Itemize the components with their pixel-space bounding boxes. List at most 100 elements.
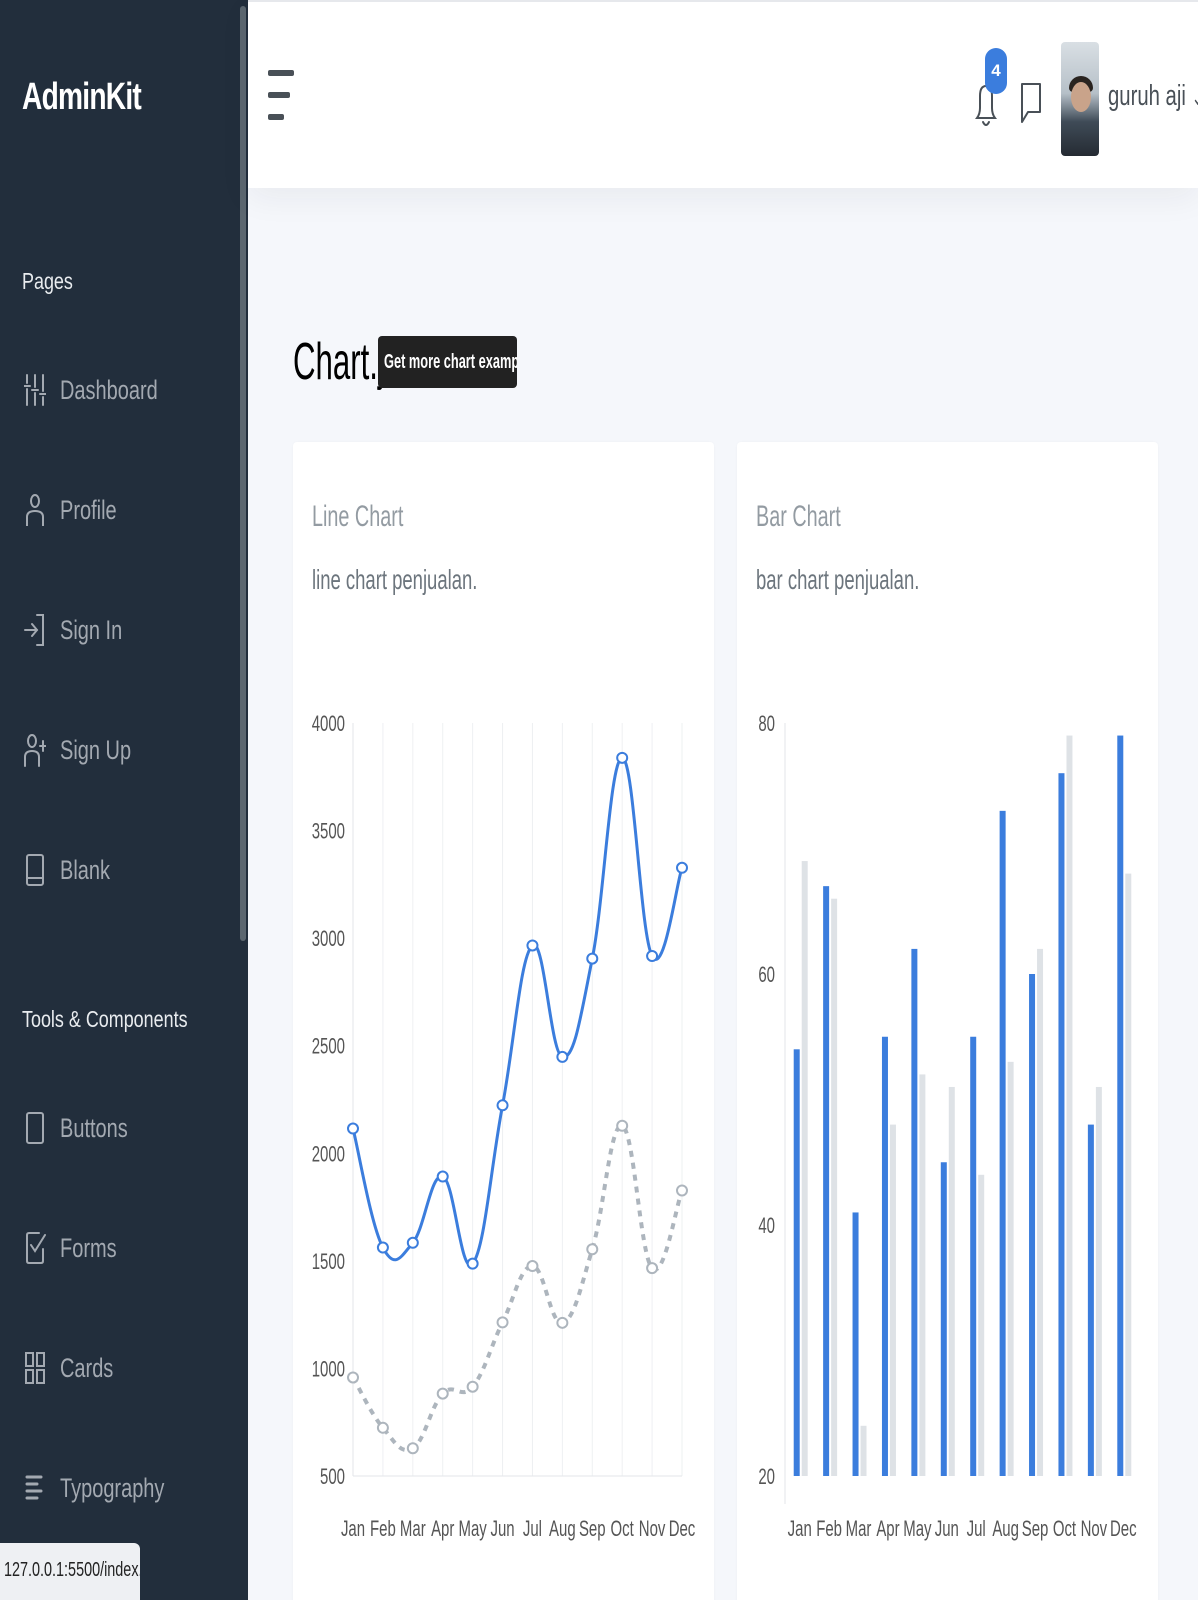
bar-chart-bar [831, 898, 838, 1476]
bar-chart-bar [1007, 1061, 1014, 1476]
line-chart-x-tick: Jul [523, 1516, 542, 1541]
line-chart-y-tick: 2500 [312, 1034, 345, 1059]
line-chart-point [376, 1241, 389, 1254]
sliders-icon [24, 374, 46, 406]
sidebar-item-dashboard[interactable]: Dashboard [24, 366, 192, 414]
bar-chart-bar [948, 1086, 955, 1476]
bar-chart-x-tick: Oct [1053, 1516, 1077, 1541]
bar-chart-bar [860, 1425, 867, 1476]
brand-logo[interactable]: AdminKit [22, 76, 142, 119]
sidebar-header-pages: Pages [22, 268, 73, 294]
line-chart-y-tick: 500 [320, 1464, 345, 1489]
sidebar-item-profile[interactable]: Profile [24, 486, 137, 534]
sidebar-item-label: Sign Up [60, 734, 132, 765]
bar-chart-bar [1125, 873, 1132, 1476]
line-chart-point [646, 949, 659, 962]
line-chart-point [526, 939, 539, 952]
line-chart-y-tick: 3000 [312, 926, 345, 951]
bar-chart-y-tick: 60 [758, 962, 775, 987]
bar-chart-bar [793, 1049, 800, 1476]
bar-chart-x-tick: Jul [967, 1516, 986, 1541]
bar-chart-x-tick: Feb [816, 1516, 842, 1541]
line-chart-x-tick: May [459, 1516, 488, 1541]
line-chart-point [406, 1442, 419, 1455]
line-chart-x-tick: Jun [490, 1516, 514, 1541]
line-chart-point [376, 1421, 389, 1434]
bar-chart-x-tick: Aug [992, 1516, 1019, 1541]
line-chart-point [347, 1371, 359, 1384]
line-chart-point [466, 1380, 479, 1393]
line-chart-point [616, 751, 629, 764]
bar-chart-y-tick: 40 [758, 1213, 775, 1238]
line-chart-y-tick: 4000 [312, 711, 345, 736]
bar-chart-x-tick: Sep [1022, 1516, 1049, 1541]
sidebar-item-sign-in[interactable]: Sign In [24, 606, 144, 654]
user-icon [26, 494, 44, 526]
line-chart-series-line [351, 756, 684, 1267]
bar-chart-x-tick: Nov [1081, 1516, 1108, 1541]
sidebar-item-cards[interactable]: Cards [24, 1344, 132, 1392]
sidebar-header-tools: Tools & Components [22, 1006, 188, 1032]
book-icon [26, 854, 44, 886]
line-chart-series-line [351, 1123, 684, 1452]
sidebar-item-label: Dashboard [60, 374, 158, 405]
user-plus-icon [24, 734, 46, 767]
bar-chart-bar [978, 1174, 985, 1476]
line-chart-point [436, 1387, 449, 1400]
line-chart-y-tick: 1500 [312, 1249, 345, 1274]
line-chart-x-tick: Aug [549, 1516, 576, 1541]
line-chart-y-tick: 3500 [312, 819, 345, 844]
bar-chart-bar [1087, 1124, 1094, 1476]
log-in-icon [24, 614, 44, 646]
bar-chart-bar [1029, 974, 1036, 1476]
line-chart-x-tick: Dec [669, 1516, 696, 1541]
sidebar-item-buttons[interactable]: Buttons [24, 1104, 152, 1152]
grid-icon [25, 1352, 45, 1384]
bar-chart-bar [881, 1036, 888, 1476]
bar-chart-bar [911, 948, 918, 1476]
status-bar-url: 127.0.0.1:5500/index.html [0, 1543, 140, 1600]
bar-chart-bar [889, 1124, 896, 1476]
bar-chart-x-tick: Dec [1110, 1516, 1137, 1541]
line-chart-point [616, 1119, 629, 1132]
square-icon [26, 1112, 44, 1144]
sidebar-item-label: Forms [60, 1232, 117, 1263]
line-chart-point [586, 952, 599, 965]
sidebar-item-label: Buttons [60, 1112, 128, 1143]
sidebar-item-typography[interactable]: Typography [24, 1464, 201, 1512]
status-url-text: 127.0.0.1:5500/index.html [4, 1559, 140, 1581]
bar-chart-y-tick: 20 [758, 1464, 775, 1489]
bar-chart-x-tick: Jun [935, 1516, 959, 1541]
bar-chart-bar [823, 886, 830, 1476]
bar-chart-bar [1058, 773, 1065, 1476]
line-chart-point [406, 1236, 419, 1249]
sidebar-item-forms[interactable]: Forms [24, 1224, 137, 1272]
bar-chart-y-tick: 80 [758, 711, 775, 736]
sidebar-item-label: Typography [60, 1472, 165, 1503]
bar-chart-bar [940, 1162, 947, 1476]
line-chart-point [586, 1243, 599, 1256]
line-chart-point [526, 1260, 539, 1273]
line-chart-point [496, 1316, 509, 1329]
line-chart-point [556, 1050, 569, 1063]
line-chart-point [466, 1257, 479, 1270]
check-square-icon [26, 1232, 46, 1264]
line-chart-point [556, 1316, 569, 1329]
sidebar-scrollbar[interactable] [240, 6, 246, 941]
sidebar-item-blank[interactable]: Blank [24, 846, 128, 894]
bar-chart-bar [999, 810, 1006, 1476]
line-chart-x-tick: Apr [431, 1516, 454, 1541]
bar-chart-x-tick: Mar [846, 1516, 872, 1541]
bar-chart-bar [1037, 948, 1044, 1476]
sidebar-item-label: Blank [60, 854, 110, 885]
line-chart-point [646, 1262, 659, 1275]
line-chart-point [496, 1099, 509, 1112]
sidebar-item-label: Profile [60, 494, 117, 525]
bar-chart-x-tick: Apr [876, 1516, 899, 1541]
line-chart-y-tick: 1000 [312, 1357, 345, 1382]
bar-chart-x-tick: Jan [788, 1516, 812, 1541]
sidebar-item-sign-up[interactable]: Sign Up [24, 726, 156, 774]
bar-chart-bar [919, 1074, 926, 1476]
charts-layer: Jan Feb Mar Apr May Jun Jul Aug Sep Oct Nov Dec5001… [312, 711, 1137, 1541]
line-chart-point [347, 1122, 359, 1135]
